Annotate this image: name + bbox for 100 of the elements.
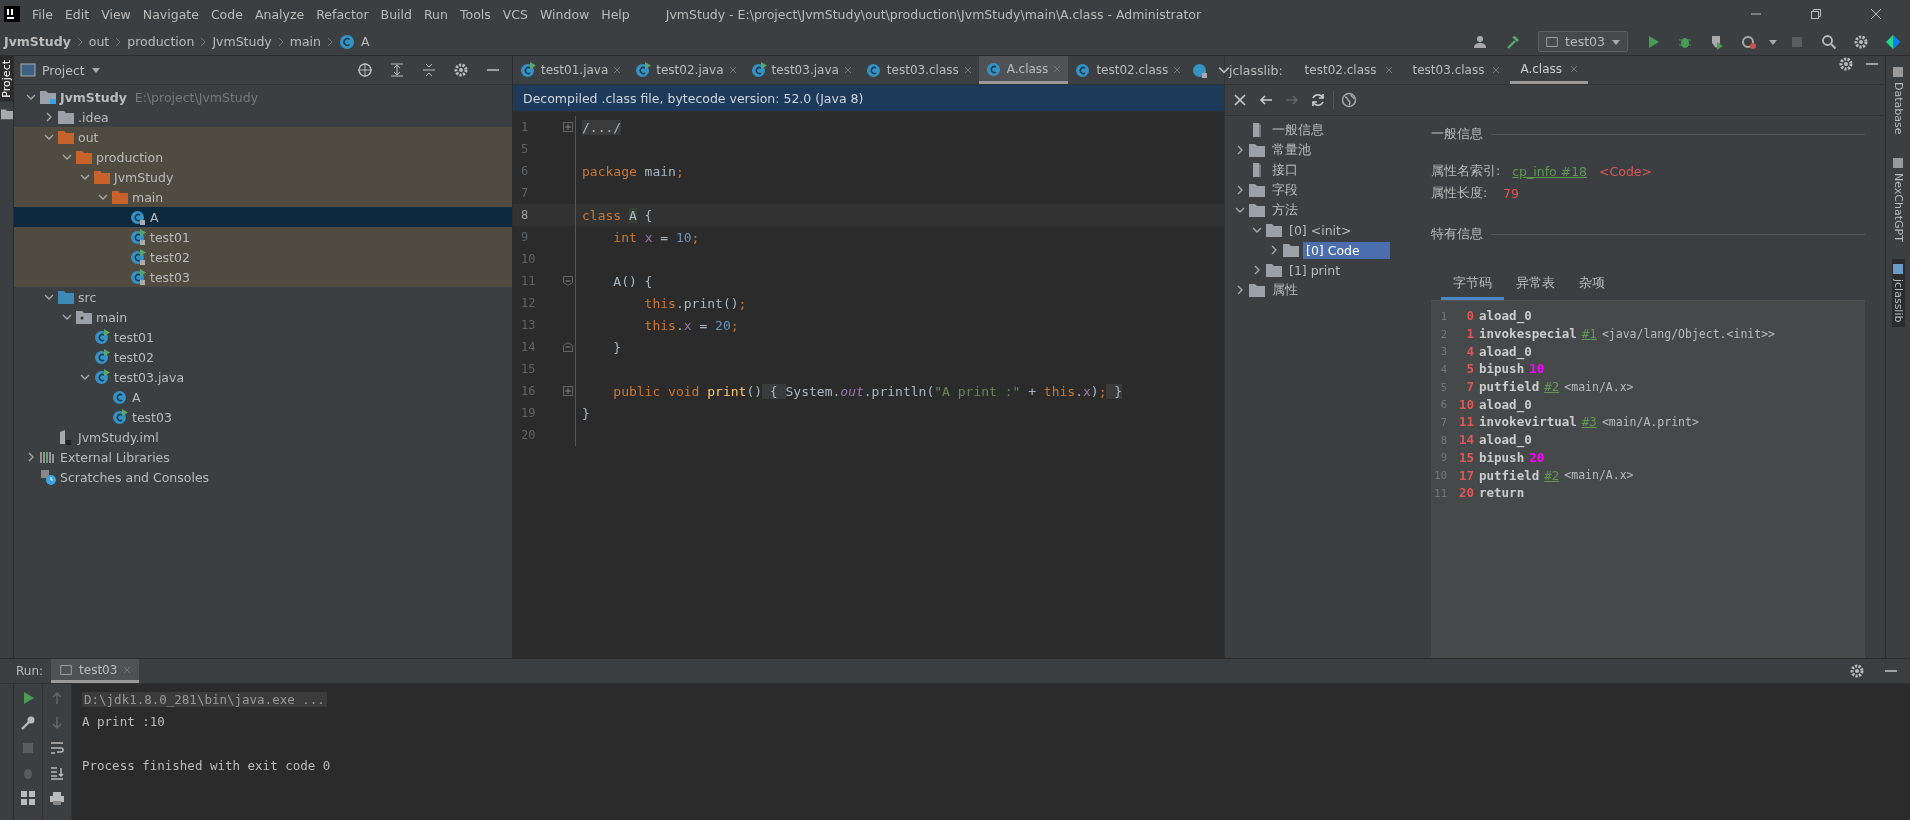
chevron-icon[interactable] <box>44 132 54 142</box>
menu-item[interactable]: Window <box>534 6 596 22</box>
fold-icon[interactable] <box>563 342 573 352</box>
settings-icon[interactable] <box>1849 663 1865 679</box>
close-icon[interactable] <box>1232 92 1248 108</box>
chevron-icon[interactable] <box>44 292 54 302</box>
settings-icon[interactable] <box>453 62 469 78</box>
chevron-icon[interactable] <box>26 92 36 102</box>
settings-icon[interactable] <box>1853 33 1869 50</box>
folder-icon[interactable] <box>0 107 13 120</box>
chevron-icon[interactable] <box>1235 145 1245 155</box>
tree-row[interactable]: main <box>14 187 512 207</box>
wrench-icon[interactable] <box>20 715 36 731</box>
chevron-icon[interactable] <box>1252 265 1262 275</box>
tree-row[interactable]: JvmStudy E:\project\JvmStudy <box>14 87 512 107</box>
tree-row[interactable]: A <box>14 207 512 227</box>
tree-row[interactable]: JvmStudy <box>14 167 512 187</box>
menu-item[interactable]: Run <box>418 6 454 22</box>
close-icon[interactable] <box>1870 8 1882 20</box>
coverage-icon[interactable] <box>1709 33 1725 50</box>
menu-item[interactable]: Code <box>204 6 249 22</box>
editor-tab[interactable]: test03.class <box>858 56 979 84</box>
settings-icon[interactable] <box>1838 56 1854 72</box>
bytecode-tab[interactable]: 杂项 <box>1567 272 1617 300</box>
restore-icon[interactable] <box>1810 8 1822 20</box>
run-tab[interactable]: test03 <box>51 659 140 683</box>
chevron-icon[interactable] <box>26 452 36 462</box>
class-icon[interactable] <box>1192 62 1209 78</box>
fold-icon[interactable] <box>563 386 573 396</box>
fold-icon[interactable] <box>563 122 573 132</box>
chevron-icon[interactable] <box>1269 245 1279 255</box>
tree-row[interactable]: JvmStudy.iml <box>14 427 512 447</box>
tree-row[interactable]: src <box>14 287 512 307</box>
breadcrumb[interactable]: JvmStudy <box>212 34 272 49</box>
tree-row[interactable]: test01 <box>14 327 512 347</box>
scroll-to-end-icon[interactable] <box>49 765 65 781</box>
tree-item[interactable]: 属性 <box>1269 280 1301 300</box>
chevron-icon[interactable] <box>1235 285 1245 295</box>
class-tab[interactable]: test02.class <box>1294 56 1403 84</box>
tool-window-button[interactable]: NexChatGPT <box>1891 152 1905 246</box>
menu-item[interactable]: View <box>95 6 137 22</box>
search-icon[interactable] <box>1821 33 1837 50</box>
tree-row[interactable]: External Libraries <box>14 447 512 467</box>
class-tab[interactable]: A.class <box>1510 56 1589 84</box>
editor-tab[interactable]: A.class <box>978 56 1069 84</box>
constant-link[interactable]: cp_info #18 <box>1512 163 1588 179</box>
tree-row[interactable]: out <box>14 127 512 147</box>
menu-item[interactable]: Help <box>595 6 636 22</box>
tree-item[interactable]: 一般信息 <box>1269 120 1327 140</box>
target-icon[interactable] <box>357 62 373 78</box>
tree-item[interactable]: [1] print <box>1286 261 1344 279</box>
chevron-icon[interactable] <box>98 192 108 202</box>
chevron-icon[interactable] <box>1235 205 1245 215</box>
diamond-logo-icon[interactable] <box>1885 33 1901 50</box>
editor-tab[interactable]: test02.class <box>1068 56 1189 84</box>
editor-tab[interactable]: test02.java <box>628 56 744 84</box>
tree-item[interactable]: 常量池 <box>1269 140 1314 160</box>
breadcrumb[interactable]: JvmStudy <box>4 34 71 49</box>
menu-item[interactable]: Refactor <box>310 6 375 22</box>
globe-icon[interactable] <box>1341 92 1357 108</box>
fold-icon[interactable] <box>563 276 573 286</box>
chevron-icon[interactable] <box>62 312 72 322</box>
tool-window-button[interactable]: jclasslib <box>1891 259 1905 327</box>
tree-row[interactable]: test01 <box>14 227 512 247</box>
breadcrumb[interactable]: A <box>361 34 370 49</box>
tool-window-button[interactable]: Database <box>1891 62 1905 139</box>
tree-item[interactable]: 字段 <box>1269 180 1301 200</box>
tree-item[interactable]: 接口 <box>1269 160 1301 180</box>
print-icon[interactable] <box>49 790 65 806</box>
tree-row[interactable]: test03 <box>14 267 512 287</box>
tree-row[interactable]: test03 <box>14 407 512 427</box>
menu-item[interactable]: Analyze <box>248 6 311 22</box>
tree-item[interactable]: [0] Code <box>1303 241 1390 259</box>
hammer-icon[interactable] <box>1505 33 1522 50</box>
chevron-icon[interactable] <box>80 172 90 182</box>
tree-row[interactable]: Scratches and Consoles <box>14 467 512 487</box>
caret-icon[interactable] <box>90 65 101 75</box>
editor-tab[interactable]: test03.java <box>743 56 859 84</box>
chevron-icon[interactable] <box>62 152 72 162</box>
chevron-icon[interactable] <box>44 112 54 122</box>
panel-title[interactable]: Project <box>42 62 85 78</box>
chevron-icon[interactable] <box>1252 225 1262 235</box>
tree-row[interactable]: .idea <box>14 107 512 127</box>
chevron-icon[interactable] <box>1235 185 1245 195</box>
expand-all-icon[interactable] <box>389 62 405 78</box>
menu-item[interactable]: Build <box>374 6 418 22</box>
tree-row[interactable]: test02 <box>14 347 512 367</box>
bytecode-tab[interactable]: 异常表 <box>1504 272 1567 300</box>
collapse-all-icon[interactable] <box>421 62 437 78</box>
soft-wrap-icon[interactable] <box>49 740 65 756</box>
menu-item[interactable]: Tools <box>453 6 497 22</box>
breadcrumb[interactable]: main <box>289 34 321 49</box>
tree-row[interactable]: production <box>14 147 512 167</box>
tree-row[interactable]: test03.java <box>14 367 512 387</box>
breadcrumb[interactable]: out <box>88 34 110 49</box>
refresh-icon[interactable] <box>1310 92 1326 108</box>
menu-item[interactable]: Navigate <box>136 6 205 22</box>
class-tab[interactable]: test03.class <box>1402 56 1511 84</box>
run-config-dropdown[interactable]: test03 <box>1538 31 1628 52</box>
tree-row[interactable]: A <box>14 387 512 407</box>
